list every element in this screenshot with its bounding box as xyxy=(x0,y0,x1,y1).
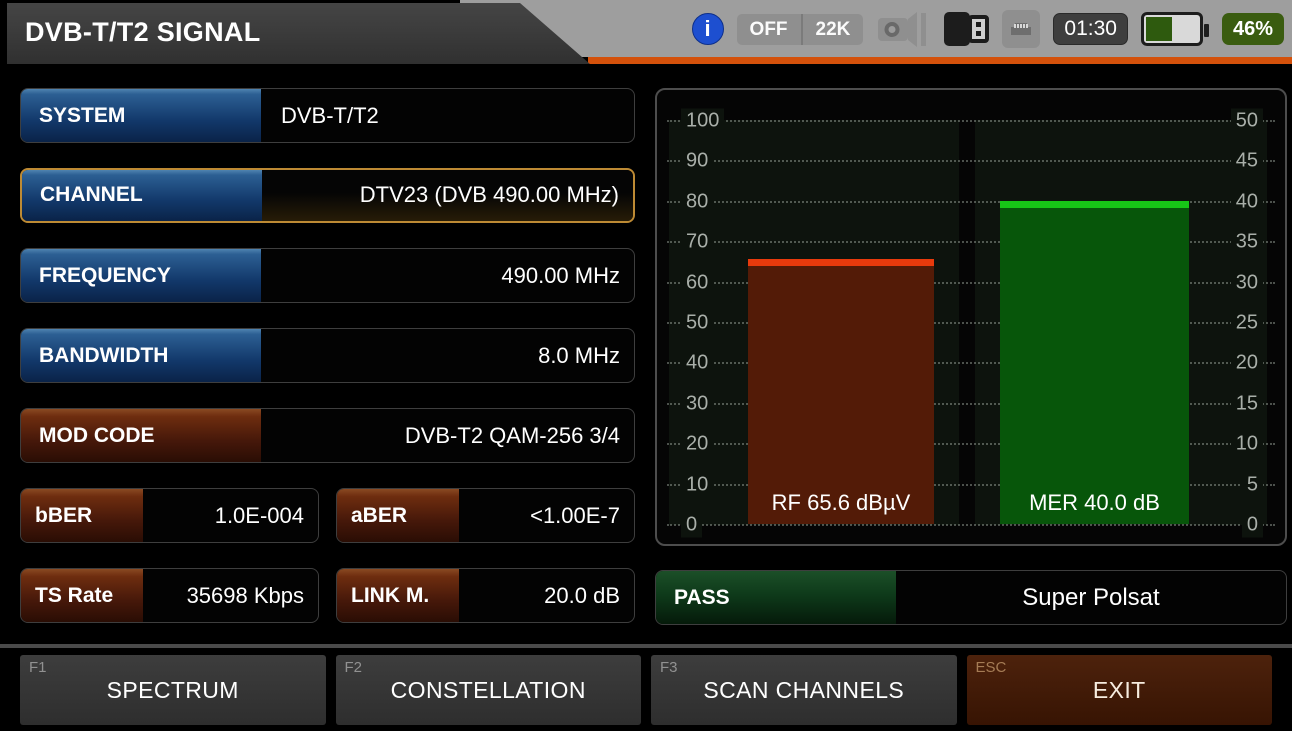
left-axis-tick: 50 xyxy=(681,311,713,336)
scan-channels-button[interactable]: F3 SCAN CHANNELS xyxy=(651,655,957,725)
rate-pair: TS Rate 35698 Kbps LINK M. 20.0 dB xyxy=(20,568,635,623)
function-key-bar: F1 SPECTRUM F2 CONSTELLATION F3 SCAN CHA… xyxy=(0,644,1292,725)
f2-key-label: F2 xyxy=(345,659,363,676)
exit-button-label: EXIT xyxy=(1093,677,1146,704)
system-value: DVB-T/T2 xyxy=(261,89,634,142)
mer-value-label: MER 40.0 dB xyxy=(1000,490,1189,516)
mer-bar xyxy=(1000,201,1189,524)
right-axis-tick: 50 xyxy=(1231,109,1263,134)
bandwidth-label: BANDWIDTH xyxy=(21,329,261,382)
link-margin-label: LINK M. xyxy=(337,569,459,622)
row-link-margin[interactable]: LINK M. 20.0 dB xyxy=(336,568,635,623)
constellation-button[interactable]: F2 CONSTELLATION xyxy=(336,655,642,725)
row-bandwidth[interactable]: BANDWIDTH 8.0 MHz xyxy=(20,328,635,383)
row-frequency[interactable]: FREQUENCY 490.00 MHz xyxy=(20,248,635,303)
battery-fill xyxy=(1146,17,1172,41)
left-axis-tick: 20 xyxy=(681,432,713,457)
aber-label: aBER xyxy=(337,489,459,542)
channel-label: CHANNEL xyxy=(22,170,262,221)
right-axis-tick: 40 xyxy=(1231,189,1263,214)
lnb-power-label: OFF xyxy=(737,14,801,45)
header-accent-line xyxy=(588,57,1292,64)
ethernet-icon xyxy=(1002,10,1040,48)
right-axis-tick: 25 xyxy=(1231,311,1263,336)
bandwidth-value: 8.0 MHz xyxy=(261,329,634,382)
rf-bar xyxy=(748,259,934,524)
main-content: SYSTEM DVB-T/T2 CHANNEL DTV23 (DVB 490.0… xyxy=(0,64,1292,625)
right-axis-tick: 20 xyxy=(1231,351,1263,376)
parameter-list: SYSTEM DVB-T/T2 CHANNEL DTV23 (DVB 490.0… xyxy=(20,88,635,625)
right-axis-tick: 30 xyxy=(1231,270,1263,295)
measurement-panel: 1005090458040703560305025402030152010105… xyxy=(655,88,1287,625)
ts-rate-value: 35698 Kbps xyxy=(143,569,318,622)
right-axis-tick: 15 xyxy=(1231,391,1263,416)
mod-code-value: DVB-T2 QAM-256 3/4 xyxy=(261,409,634,462)
frequency-label: FREQUENCY xyxy=(21,249,261,302)
battery-percent-badge: 46% xyxy=(1222,13,1284,45)
right-axis-tick: 45 xyxy=(1231,149,1263,174)
system-label: SYSTEM xyxy=(21,89,261,142)
f3-key-label: F3 xyxy=(660,659,678,676)
right-axis-tick: 10 xyxy=(1231,432,1263,457)
left-axis-tick: 100 xyxy=(681,109,724,134)
rf-value-label: RF 65.6 dBµV xyxy=(748,490,934,516)
tone-22k-label: 22K xyxy=(801,14,864,45)
bber-label: bBER xyxy=(21,489,143,542)
pass-label: PASS xyxy=(656,571,896,624)
f1-key-label: F1 xyxy=(29,659,47,676)
left-axis-tick: 30 xyxy=(681,391,713,416)
spectrum-button-label: SPECTRUM xyxy=(107,677,239,704)
row-bber[interactable]: bBER 1.0E-004 xyxy=(20,488,319,543)
spectrum-button[interactable]: F1 SPECTRUM xyxy=(20,655,326,725)
page-title: DVB-T/T2 SIGNAL xyxy=(25,17,261,48)
mod-code-label: MOD CODE xyxy=(21,409,261,462)
usb-icon xyxy=(943,10,989,48)
left-axis-tick: 80 xyxy=(681,189,713,214)
scan-channels-button-label: SCAN CHANNELS xyxy=(703,677,904,704)
row-channel-selected[interactable]: CHANNEL DTV23 (DVB 490.00 MHz) xyxy=(20,168,635,223)
right-axis-tick: 5 xyxy=(1242,472,1263,497)
bber-value: 1.0E-004 xyxy=(143,489,318,542)
row-pass-service: PASS Super Polsat xyxy=(655,570,1287,625)
gridline: 10050 xyxy=(667,120,1275,122)
left-axis-tick: 70 xyxy=(681,230,713,255)
left-axis-tick: 10 xyxy=(681,472,713,497)
row-aber[interactable]: aBER <1.00E-7 xyxy=(336,488,635,543)
ber-pair: bBER 1.0E-004 aBER <1.00E-7 xyxy=(20,488,635,543)
signal-bar-chart: 1005090458040703560305025402030152010105… xyxy=(655,88,1287,546)
aber-value: <1.00E-7 xyxy=(459,489,634,542)
ts-rate-label: TS Rate xyxy=(21,569,143,622)
left-axis-tick: 0 xyxy=(681,513,702,538)
status-bar: i OFF 22K xyxy=(692,9,1284,49)
battery-icon xyxy=(1141,12,1203,46)
gridline: 00 xyxy=(667,524,1275,526)
clock-badge: 01:30 xyxy=(1053,13,1128,45)
signal-meter-screen: DVB-T/T2 SIGNAL i OFF 22K xyxy=(0,0,1292,731)
header-title-band: DVB-T/T2 SIGNAL xyxy=(7,3,597,64)
left-axis-tick: 90 xyxy=(681,149,713,174)
row-ts-rate[interactable]: TS Rate 35698 Kbps xyxy=(20,568,319,623)
esc-key-label: ESC xyxy=(976,659,1007,676)
left-axis-tick: 40 xyxy=(681,351,713,376)
right-axis-tick: 35 xyxy=(1231,230,1263,255)
service-name-value: Super Polsat xyxy=(896,571,1286,624)
gridline: 9045 xyxy=(667,160,1275,162)
header: DVB-T/T2 SIGNAL i OFF 22K xyxy=(0,0,1292,64)
battery-nub xyxy=(1204,24,1209,37)
channel-value: DTV23 (DVB 490.00 MHz) xyxy=(262,170,633,221)
lnb-power-22k-badge: OFF 22K xyxy=(737,14,864,45)
frequency-value: 490.00 MHz xyxy=(261,249,634,302)
row-system[interactable]: SYSTEM DVB-T/T2 xyxy=(20,88,635,143)
link-margin-value: 20.0 dB xyxy=(459,569,634,622)
right-axis-tick: 0 xyxy=(1242,513,1263,538)
flashlight-icon xyxy=(876,10,930,48)
exit-button[interactable]: ESC EXIT xyxy=(967,655,1273,725)
constellation-button-label: CONSTELLATION xyxy=(391,677,586,704)
row-mod-code[interactable]: MOD CODE DVB-T2 QAM-256 3/4 xyxy=(20,408,635,463)
left-axis-tick: 60 xyxy=(681,270,713,295)
info-icon[interactable]: i xyxy=(692,13,724,45)
